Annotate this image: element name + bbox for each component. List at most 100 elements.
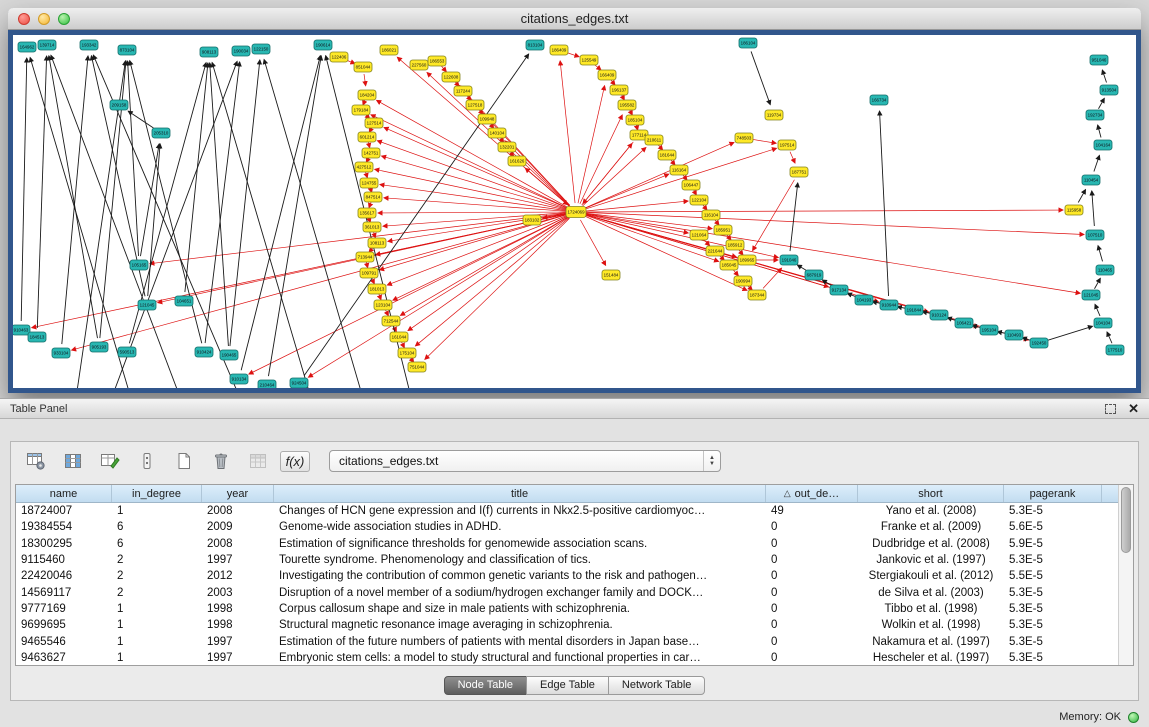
tab-edge-table[interactable]: Edge Table <box>526 676 609 695</box>
table-row[interactable]: 1872400712008Changes of HCN gene express… <box>16 503 1118 519</box>
network-node[interactable]: 189965 <box>738 255 756 265</box>
network-node[interactable]: 110493 <box>1005 330 1023 340</box>
network-node[interactable]: 847514 <box>364 192 382 202</box>
network-node[interactable]: 122104 <box>690 195 708 205</box>
network-node[interactable]: 187751 <box>790 167 808 177</box>
network-node[interactable]: 185045 <box>720 260 738 270</box>
network-node[interactable]: 110454 <box>1082 175 1100 185</box>
close-panel-icon[interactable]: ✕ <box>1128 403 1139 415</box>
network-node[interactable]: 166734 <box>870 95 888 105</box>
network-node[interactable]: 905193 <box>90 342 108 352</box>
network-node[interactable]: 193342 <box>80 40 98 50</box>
network-canvas[interactable]: 1724069164962139714193342873104908113190… <box>13 35 1136 388</box>
table-row[interactable]: 969969511998Structural magnetic resonanc… <box>16 617 1118 633</box>
network-node[interactable]: 851044 <box>354 62 372 72</box>
network-node[interactable]: 191046 <box>780 255 798 265</box>
network-node[interactable]: 910134 <box>230 374 248 384</box>
column-header-short[interactable]: short <box>858 485 1004 502</box>
network-node[interactable]: 192734 <box>1086 110 1104 120</box>
network-node[interactable]: 109791 <box>360 268 378 278</box>
network-node[interactable]: 184204 <box>358 90 376 100</box>
column-header-title[interactable]: title <box>274 485 766 502</box>
network-node[interactable]: 106447 <box>682 180 700 190</box>
function-builder-button[interactable]: f(x) <box>282 448 308 474</box>
network-node[interactable]: 127514 <box>365 118 383 128</box>
network-node[interactable]: 873104 <box>118 45 136 55</box>
network-node[interactable]: 186553 <box>428 56 446 66</box>
network-node[interactable]: 917134 <box>830 285 848 295</box>
network-node[interactable]: 104164 <box>1094 140 1112 150</box>
network-node[interactable]: 192450 <box>1030 338 1048 348</box>
table-settings-button[interactable] <box>23 448 49 474</box>
vertical-scrollbar[interactable] <box>1118 485 1133 665</box>
network-node[interactable]: 122406 <box>330 52 348 62</box>
network-node[interactable]: 186104 <box>739 38 757 48</box>
network-node[interactable]: 164962 <box>18 42 36 52</box>
column-header-in_degree[interactable]: in_degree <box>112 485 202 502</box>
network-node[interactable]: 196137 <box>610 85 628 95</box>
network-node[interactable]: 687919 <box>805 270 823 280</box>
network-node[interactable]: 361013 <box>363 222 381 232</box>
network-node[interactable]: 1724069 <box>566 207 586 218</box>
network-node[interactable]: 951046 <box>1090 55 1108 65</box>
network-node[interactable]: 187344 <box>748 290 766 300</box>
network-node[interactable]: 122150 <box>252 44 270 54</box>
network-node[interactable]: 177510 <box>1106 345 1124 355</box>
network-node[interactable]: 181644 <box>658 150 676 160</box>
network-node[interactable]: 117244 <box>454 86 472 96</box>
show-columns-button[interactable] <box>60 448 86 474</box>
network-node[interactable]: 185951 <box>714 225 732 235</box>
zoom-window-button[interactable] <box>58 13 70 25</box>
network-node[interactable]: 908113 <box>200 47 218 57</box>
column-selector-button[interactable] <box>134 448 160 474</box>
network-node[interactable]: 713944 <box>356 252 374 262</box>
network-node[interactable]: 107510 <box>1086 230 1104 240</box>
scrollbar-thumb[interactable] <box>1121 487 1131 553</box>
network-node[interactable]: 910944 <box>880 300 898 310</box>
network-node[interactable]: 185912 <box>726 240 744 250</box>
network-node[interactable]: 227560 <box>410 60 428 70</box>
network-node[interactable]: 104651 <box>175 296 193 306</box>
network-node[interactable]: 910463 <box>13 325 30 335</box>
close-window-button[interactable] <box>18 13 30 25</box>
column-header-year[interactable]: year <box>202 485 274 502</box>
network-node[interactable]: 119734 <box>765 110 783 120</box>
network-node[interactable]: 142751 <box>362 148 380 158</box>
network-node[interactable]: 151484 <box>602 270 620 280</box>
table-row[interactable]: 1456911722003Disruption of a novel membe… <box>16 584 1118 600</box>
table-row[interactable]: 1830029562008Estimation of significance … <box>16 536 1118 552</box>
network-node[interactable]: 116104 <box>702 210 720 220</box>
network-node[interactable]: 221644 <box>706 246 724 256</box>
table-row[interactable]: 946554611997Estimation of the future num… <box>16 633 1118 649</box>
table-row[interactable]: 1938455462009Genome-wide association stu… <box>16 519 1118 535</box>
network-node[interactable]: 210464 <box>258 380 276 388</box>
network-node[interactable]: 161626 <box>508 156 526 166</box>
network-node[interactable]: 748503 <box>735 133 753 143</box>
network-node[interactable]: 122608 <box>442 72 460 82</box>
network-view[interactable]: 1724069164962139714193342873104908113190… <box>8 30 1141 393</box>
table-row[interactable]: 2242004622012Investigating the contribut… <box>16 568 1118 584</box>
tab-network-table[interactable]: Network Table <box>608 676 706 695</box>
network-node[interactable]: 166409 <box>598 70 616 80</box>
minimize-window-button[interactable] <box>38 13 50 25</box>
network-node[interactable]: 190994 <box>734 276 752 286</box>
network-node[interactable]: 205310 <box>152 128 170 138</box>
column-header-out_degree[interactable]: △out_de… <box>766 485 858 502</box>
network-node[interactable]: 184513 <box>28 332 46 342</box>
import-table-button[interactable] <box>245 448 271 474</box>
new-document-button[interactable] <box>171 448 197 474</box>
network-node[interactable]: 121064 <box>690 230 708 240</box>
network-node[interactable]: 135617 <box>358 208 376 218</box>
network-node[interactable]: 813104 <box>526 40 544 50</box>
network-node[interactable]: 125549 <box>580 55 598 65</box>
column-header-name[interactable]: name <box>16 485 112 502</box>
window-titlebar[interactable]: citations_edges.txt <box>8 8 1141 30</box>
table-selector-dropdown[interactable]: citations_edges.txt ▲▼ <box>329 450 721 472</box>
table-row[interactable]: 946362711997Embryonic stem cells: a mode… <box>16 650 1118 665</box>
network-node[interactable]: 712544 <box>382 316 400 326</box>
network-node[interactable]: 751044 <box>408 362 426 372</box>
network-node[interactable]: 186409 <box>550 45 568 55</box>
network-node[interactable]: 108113 <box>368 238 386 248</box>
network-node[interactable]: 175104 <box>398 348 416 358</box>
network-node[interactable]: 106421 <box>955 318 973 328</box>
